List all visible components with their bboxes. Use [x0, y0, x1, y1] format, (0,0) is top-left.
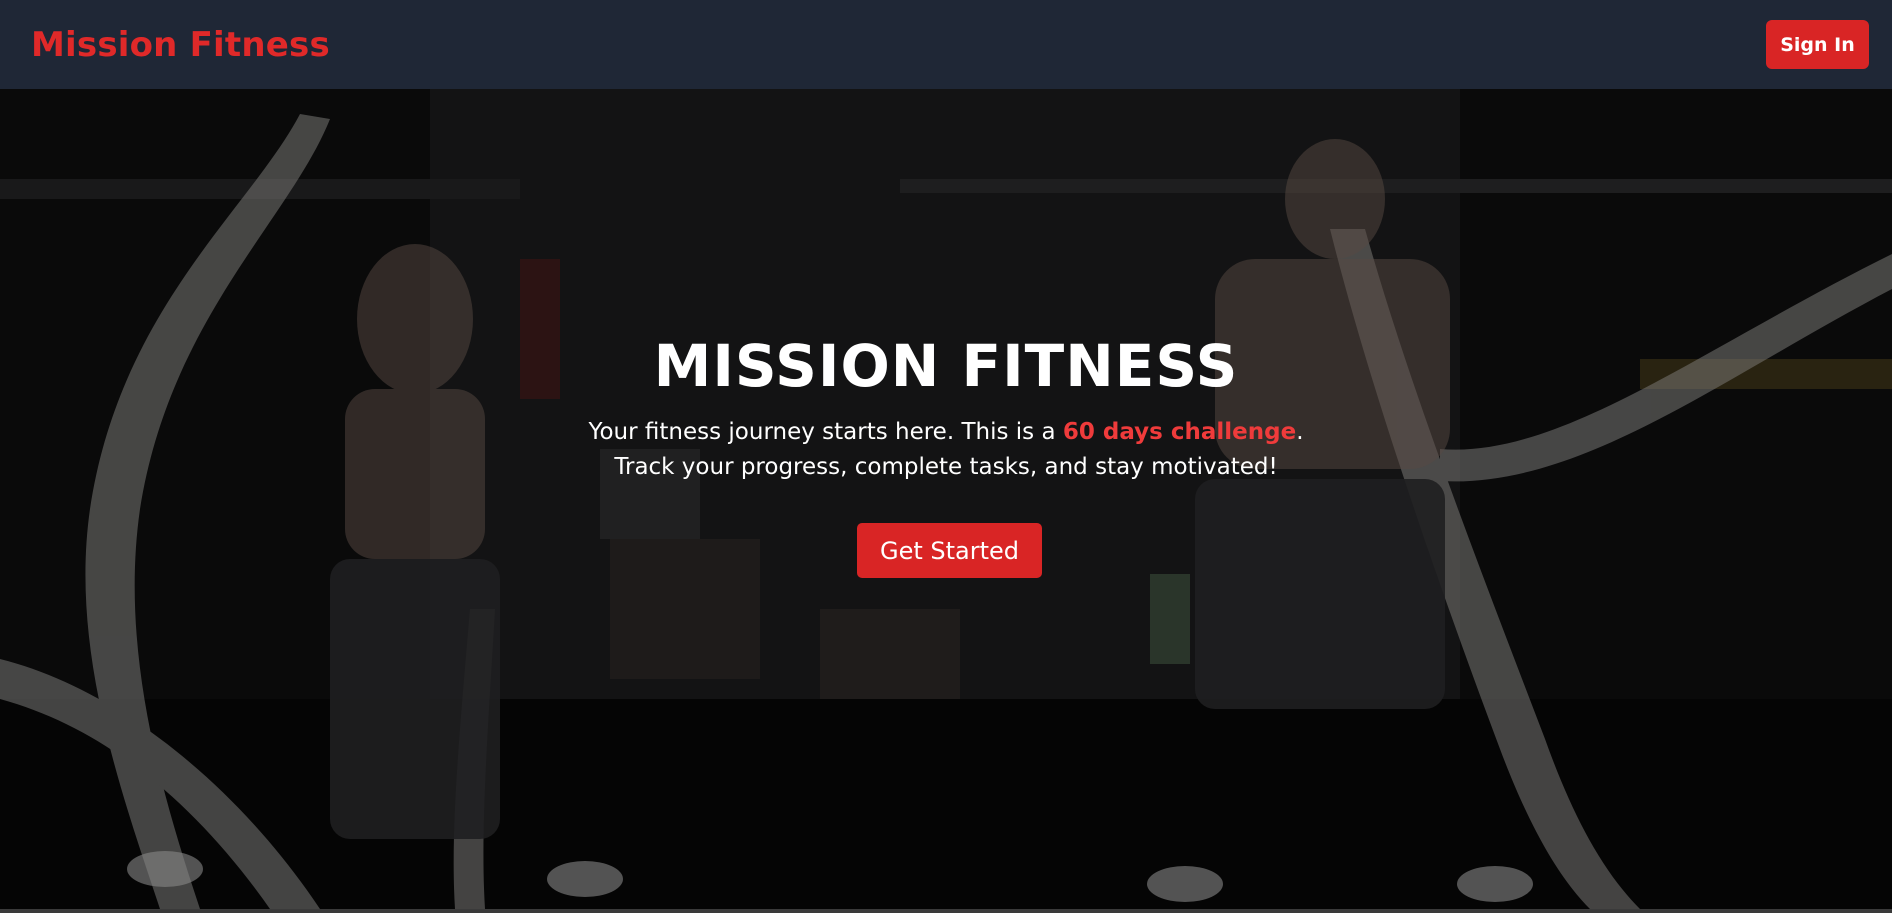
- hero-section: MISSION FITNESS Your fitness journey sta…: [0, 89, 1892, 909]
- hero-description: Your fitness journey starts here. This i…: [0, 415, 1892, 485]
- hero-dark-overlay: [0, 89, 1892, 909]
- sign-in-button[interactable]: Sign In: [1766, 20, 1869, 69]
- hero-description-prefix: Your fitness journey starts here. This i…: [588, 419, 1063, 445]
- page-bottom-divider: [0, 909, 1892, 913]
- challenge-highlight: 60 days challenge: [1062, 419, 1297, 445]
- top-navbar: Mission Fitness Sign In: [0, 0, 1892, 89]
- hero-title: MISSION FITNESS: [653, 332, 1239, 400]
- hero-description-line2: Track your progress, complete tasks, and…: [614, 454, 1278, 480]
- get-started-button[interactable]: Get Started: [857, 523, 1042, 578]
- brand-logo[interactable]: Mission Fitness: [31, 25, 330, 65]
- hero-description-suffix: .: [1296, 419, 1304, 445]
